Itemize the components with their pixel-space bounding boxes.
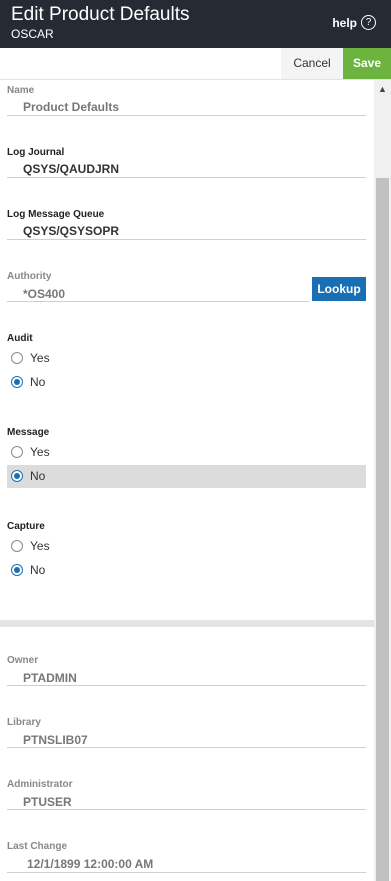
last-change-field: 12/1/1899 12:00:00 AM — [27, 857, 154, 871]
capture-label: Capture — [7, 521, 45, 532]
capture-no-option[interactable]: No — [7, 559, 366, 582]
administrator-field: PTUSER — [23, 795, 72, 809]
action-bar: Cancel Save — [0, 48, 391, 80]
name-underline — [7, 115, 366, 116]
audit-no-label: No — [30, 375, 46, 389]
capture-yes-label: Yes — [30, 539, 50, 553]
capture-no-label: No — [30, 563, 46, 577]
form-content: Name Product Defaults Log Journal QSYS/Q… — [0, 80, 374, 881]
authority-field: *OS400 — [23, 287, 66, 301]
library-field: PTNSLIB07 — [23, 733, 88, 747]
page-title: Edit Product Defaults — [11, 4, 190, 25]
help-icon: ? — [361, 15, 376, 30]
library-underline — [7, 747, 366, 748]
owner-label: Owner — [7, 655, 39, 666]
vertical-scrollbar[interactable]: ▲ — [374, 80, 391, 881]
page-subtitle: OSCAR — [11, 27, 54, 41]
owner-underline — [7, 685, 366, 686]
radio-icon[interactable] — [11, 540, 23, 552]
radio-icon[interactable] — [11, 446, 23, 458]
cancel-button[interactable]: Cancel — [281, 48, 343, 79]
help-link[interactable]: help ? — [332, 15, 376, 30]
audit-yes-label: Yes — [30, 351, 50, 365]
administrator-label: Administrator — [7, 779, 73, 790]
audit-no-option[interactable]: No — [7, 371, 366, 394]
name-label: Name — [7, 85, 35, 96]
last-change-label: Last Change — [7, 841, 68, 852]
message-no-label: No — [30, 469, 46, 483]
authority-underline — [7, 301, 309, 302]
audit-yes-option[interactable]: Yes — [7, 347, 366, 370]
log-journal-underline — [7, 177, 366, 178]
radio-checked-icon[interactable] — [11, 564, 23, 576]
message-yes-option[interactable]: Yes — [7, 441, 366, 464]
save-button[interactable]: Save — [343, 48, 391, 79]
log-journal-field[interactable]: QSYS/QAUDJRN — [23, 162, 119, 176]
message-yes-label: Yes — [30, 445, 50, 459]
log-message-queue-field[interactable]: QSYS/QSYSOPR — [23, 224, 119, 238]
scrollbar-thumb[interactable] — [376, 178, 389, 881]
administrator-underline — [7, 809, 366, 810]
log-message-queue-underline — [7, 239, 366, 240]
name-field: Product Defaults — [23, 100, 120, 114]
lookup-button[interactable]: Lookup — [312, 277, 366, 301]
log-journal-label: Log Journal — [7, 147, 65, 158]
radio-checked-icon[interactable] — [11, 376, 23, 388]
capture-yes-option[interactable]: Yes — [7, 535, 366, 558]
scroll-up-arrow-icon[interactable]: ▲ — [374, 80, 391, 98]
audit-label: Audit — [7, 333, 33, 344]
owner-field: PTADMIN — [23, 671, 77, 685]
page-header: Edit Product Defaults OSCAR help ? — [0, 0, 391, 48]
library-label: Library — [7, 717, 41, 728]
last-change-underline — [7, 872, 366, 873]
message-label: Message — [7, 427, 50, 438]
authority-label: Authority — [7, 271, 52, 282]
radio-icon[interactable] — [11, 352, 23, 364]
radio-checked-icon[interactable] — [11, 470, 23, 482]
log-message-queue-label: Log Message Queue — [7, 209, 105, 220]
message-no-option[interactable]: No — [7, 465, 366, 488]
section-divider — [0, 620, 374, 627]
help-label: help — [332, 15, 357, 30]
